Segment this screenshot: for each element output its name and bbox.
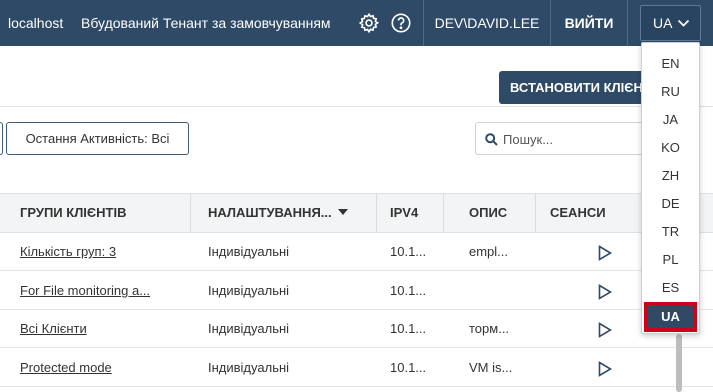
search-input[interactable] — [503, 129, 623, 149]
column-header-sessions[interactable]: СЕАНСИ — [538, 194, 606, 232]
search-icon — [485, 133, 498, 146]
table-row[interactable]: Кількість груп: 3 Індивідуальні 10.1... … — [0, 233, 713, 271]
host-label: localhost — [8, 15, 64, 31]
table-row[interactable]: For File monitoring a... Індивідуальні 1… — [0, 272, 713, 310]
group-link[interactable]: Кількість груп: 3 — [20, 244, 116, 259]
language-option-es[interactable]: ES — [642, 274, 699, 302]
table-row[interactable]: Protected mode Індивідуальні 10.1... VM … — [0, 349, 713, 387]
group-cell[interactable]: For File monitoring a... — [20, 272, 150, 310]
language-current: UA — [653, 15, 673, 31]
language-option-ua[interactable]: UA — [646, 304, 695, 330]
language-option-en[interactable]: EN — [642, 50, 699, 78]
play-icon[interactable] — [598, 245, 612, 261]
logout-button[interactable]: ВИЙТИ — [551, 0, 627, 46]
divider — [627, 0, 628, 46]
play-icon[interactable] — [598, 361, 612, 377]
settings-cell: Індивідуальні — [208, 360, 290, 375]
column-divider[interactable] — [376, 194, 377, 232]
ipv4-cell: 10.1... — [390, 321, 427, 336]
language-option-ru[interactable]: RU — [642, 78, 699, 106]
divider — [0, 106, 713, 107]
column-header-settings[interactable]: НАЛАШТУВАННЯ... — [196, 194, 348, 232]
group-link[interactable]: Protected mode — [20, 360, 112, 375]
column-header-client-groups[interactable]: ГРУПИ КЛІЄНТІВ — [8, 194, 127, 232]
table-header: ГРУПИ КЛІЄНТІВ НАЛАШТУВАННЯ... IPV4 ОПИС… — [0, 193, 713, 233]
description-cell: VM is... — [469, 360, 513, 375]
language-dropdown: EN RU JA KO ZH DE TR PL ES UA — [641, 42, 700, 334]
settings-cell: Індивідуальні — [208, 321, 290, 336]
settings-cell: Індивідуальні — [208, 244, 290, 259]
description-cell: empl... — [469, 244, 509, 259]
filter-button-partial[interactable] — [0, 122, 3, 155]
install-client-button[interactable]: ВСТАНОВИТИ КЛІЄНТ — [499, 71, 649, 104]
description-cell: торм... — [469, 321, 510, 336]
chevron-down-icon — [677, 19, 690, 27]
sort-desc-icon — [337, 209, 348, 215]
column-divider[interactable] — [443, 194, 444, 232]
group-cell[interactable]: Всі Клієнти — [20, 310, 87, 348]
column-divider[interactable] — [535, 194, 536, 232]
language-option-de[interactable]: DE — [642, 190, 699, 218]
ipv4-cell: 10.1... — [390, 360, 427, 375]
group-cell[interactable]: Кількість груп: 3 — [20, 233, 116, 271]
language-option-pl[interactable]: PL — [642, 246, 699, 274]
ipv4-cell: 10.1... — [390, 244, 427, 259]
language-option-tr[interactable]: TR — [642, 218, 699, 246]
help-icon[interactable] — [390, 12, 412, 34]
language-option-zh[interactable]: ZH — [642, 162, 699, 190]
table-row[interactable]: Всі Клієнти Індивідуальні 10.1... торм..… — [0, 310, 713, 348]
language-selector-button[interactable]: UA — [640, 5, 701, 41]
settings-cell: Індивідуальні — [208, 283, 290, 298]
play-icon[interactable] — [598, 322, 612, 338]
column-divider[interactable] — [190, 194, 191, 232]
top-bar: localhost Вбудований Тенант за замовчува… — [0, 0, 713, 46]
group-cell[interactable]: Protected mode — [20, 349, 112, 387]
language-option-ko[interactable]: KO — [642, 134, 699, 162]
vertical-scrollbar[interactable] — [676, 334, 682, 392]
column-header-ipv4[interactable]: IPV4 — [378, 194, 418, 232]
group-link[interactable]: For File monitoring a... — [20, 283, 150, 298]
column-header-description[interactable]: ОПИС — [457, 194, 507, 232]
column-header-settings-label: НАЛАШТУВАННЯ... — [208, 205, 332, 220]
play-icon[interactable] — [598, 284, 612, 300]
last-activity-filter[interactable]: Остання Активність: Всі — [6, 122, 189, 155]
language-option-ja[interactable]: JA — [642, 106, 699, 134]
gear-icon[interactable] — [358, 12, 380, 34]
ipv4-cell: 10.1... — [390, 283, 427, 298]
user-name[interactable]: DEV\DAVID.LEE — [424, 0, 550, 46]
group-link[interactable]: Всі Клієнти — [20, 321, 87, 336]
tenant-name[interactable]: Вбудований Тенант за замовчуванням — [81, 0, 331, 46]
search-box[interactable] — [475, 122, 647, 155]
